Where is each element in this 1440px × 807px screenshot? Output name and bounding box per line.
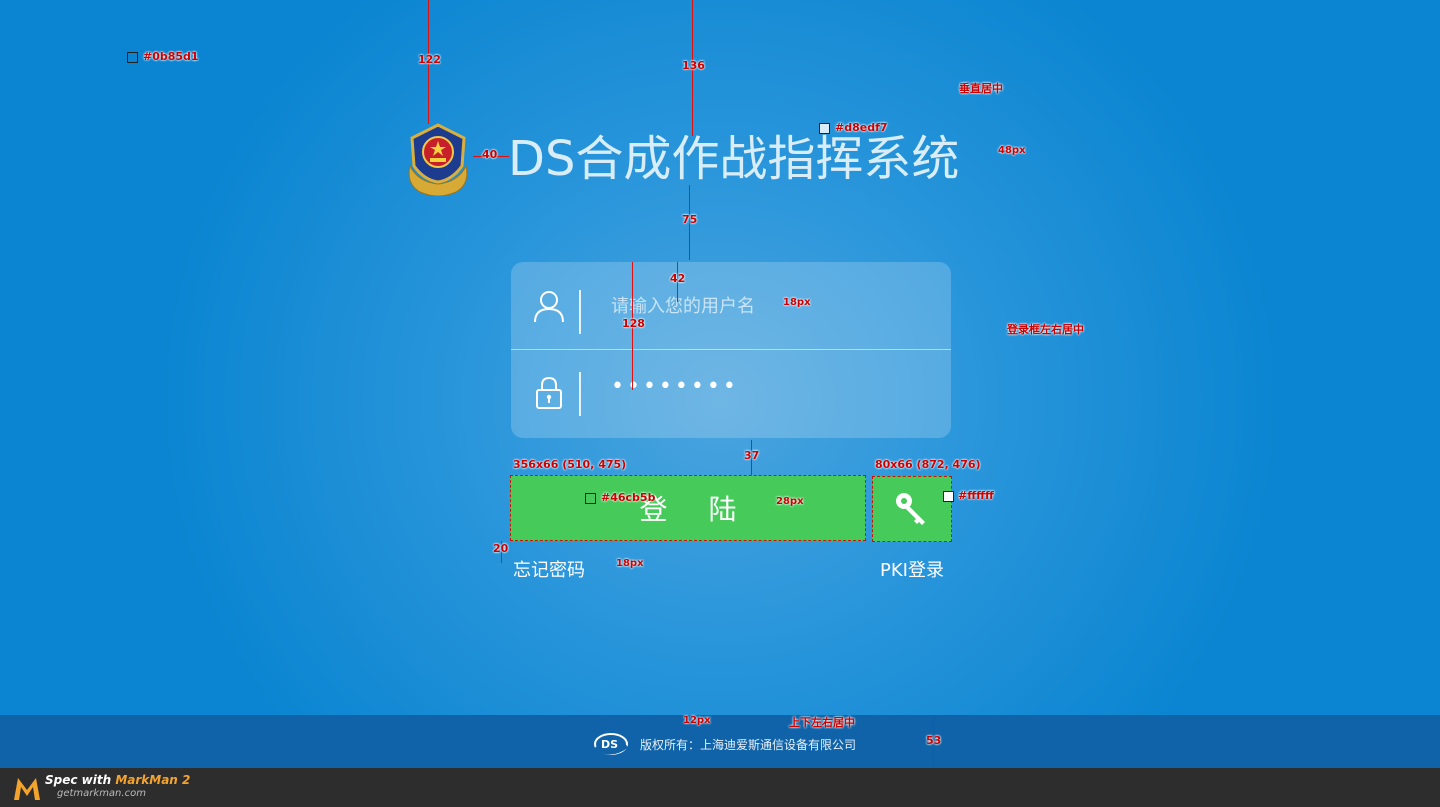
annotation-label: #0b85d1 bbox=[143, 50, 199, 63]
annotation-label: 356x66 (510, 475) bbox=[513, 458, 627, 471]
separator bbox=[579, 372, 581, 416]
pki-button[interactable] bbox=[872, 476, 952, 542]
page-title: DS合成作战指挥系统 bbox=[508, 131, 960, 187]
annotation-label: 18px bbox=[783, 297, 811, 308]
police-emblem-icon bbox=[404, 122, 472, 197]
spec-brand: MarkMan 2 bbox=[115, 773, 191, 787]
spec-bar: Spec with MarkMan 2 getmarkman.com bbox=[0, 768, 1440, 807]
annotation-label: #d8edf7 bbox=[835, 121, 888, 134]
username-row bbox=[511, 262, 951, 350]
annotation-label: #46cb5b bbox=[601, 491, 656, 504]
spec-url[interactable]: getmarkman.com bbox=[57, 788, 146, 799]
ds-logo-icon: DS bbox=[593, 732, 629, 756]
annotation-label: 上下左右居中 bbox=[789, 716, 855, 729]
password-row bbox=[511, 350, 951, 438]
annotation-label: 48px bbox=[998, 145, 1026, 156]
color-swatch bbox=[127, 52, 138, 63]
key-icon bbox=[896, 493, 925, 525]
annotation-label: 垂直居中 bbox=[959, 82, 1003, 95]
spec-prefix: Spec with bbox=[45, 773, 116, 787]
annotation-label: 18px bbox=[616, 558, 644, 569]
annotation-label: 53 bbox=[926, 734, 942, 747]
annotation-label: 128 bbox=[622, 317, 645, 330]
separator bbox=[579, 290, 581, 334]
annotation-label: 28px bbox=[776, 496, 804, 507]
password-input[interactable] bbox=[611, 364, 931, 408]
color-swatch bbox=[819, 123, 830, 134]
annotation-label: 80x66 (872, 476) bbox=[875, 458, 981, 471]
color-swatch bbox=[585, 493, 596, 504]
login-box bbox=[511, 262, 951, 438]
annotation-label: #ffffff bbox=[958, 489, 994, 502]
annotation-label: 42 bbox=[670, 272, 686, 285]
lock-icon bbox=[531, 374, 567, 410]
annotation-label: 75 bbox=[682, 213, 698, 226]
spec-line1: Spec with MarkMan 2 bbox=[45, 773, 190, 787]
footer: DS 版权所有：上海迪爱斯通信设备有限公司 bbox=[0, 715, 1440, 768]
annotation-label: 登录框左右居中 bbox=[1007, 323, 1084, 336]
annotation-label: 40 bbox=[482, 148, 498, 161]
color-swatch bbox=[943, 491, 954, 502]
svg-text:DS: DS bbox=[601, 738, 618, 751]
login-button[interactable]: 登 陆 bbox=[510, 475, 866, 541]
markman-logo-icon bbox=[12, 774, 42, 802]
annotation-label: 136 bbox=[682, 59, 705, 72]
annotation-label: 20 bbox=[493, 542, 509, 555]
annotation-label: 12px bbox=[683, 715, 711, 726]
annotation-label: 37 bbox=[744, 449, 760, 462]
annotation-label: 122 bbox=[418, 53, 441, 66]
user-icon bbox=[531, 288, 567, 324]
forgot-password-link[interactable]: 忘记密码 bbox=[513, 556, 585, 582]
pki-login-link[interactable]: PKI登录 bbox=[880, 556, 944, 582]
username-input[interactable] bbox=[611, 284, 931, 328]
copyright-text: 版权所有：上海迪爱斯通信设备有限公司 bbox=[640, 737, 857, 752]
